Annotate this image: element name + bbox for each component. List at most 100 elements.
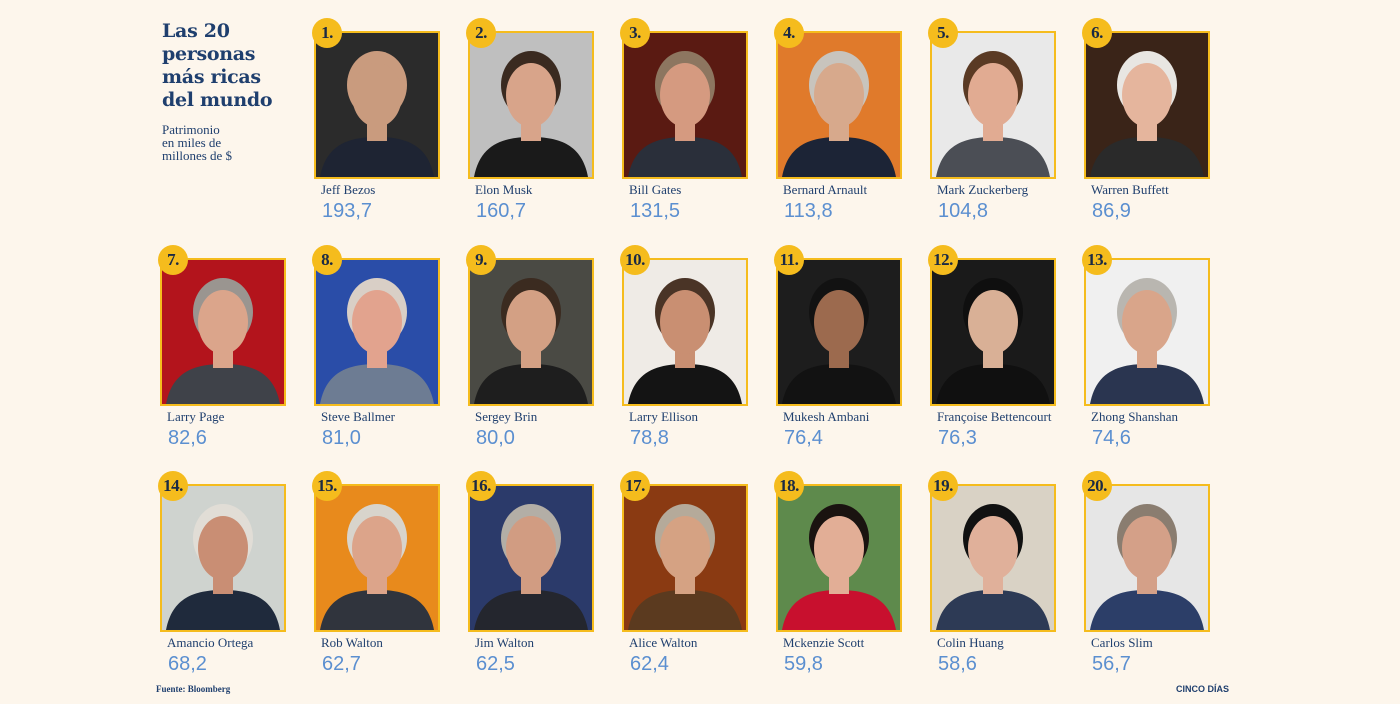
net-worth-value: 74,6: [1092, 427, 1131, 449]
person-card: 10. Larry Ellison 78,8: [620, 245, 772, 478]
person-card: 14. Amancio Ortega 68,2: [158, 471, 310, 704]
net-worth-value: 82,6: [168, 427, 207, 449]
rank-badge: 6.: [1082, 18, 1112, 48]
person-name: Mukesh Ambani: [783, 409, 870, 424]
rank-badge: 14.: [158, 471, 188, 501]
net-worth-value: 81,0: [322, 427, 361, 449]
portrait-illustration: [470, 260, 592, 404]
net-worth-value: 62,4: [630, 653, 669, 675]
person-photo: [314, 258, 440, 406]
rank-badge: 8.: [312, 245, 342, 275]
portrait-illustration: [316, 33, 438, 177]
source-note: Fuente: Bloomberg: [156, 684, 231, 694]
person-photo: [622, 484, 748, 632]
portrait-illustration: [470, 33, 592, 177]
person-name: Steve Ballmer: [321, 409, 396, 424]
portrait-illustration: [162, 260, 284, 404]
person-card: 8. Steve Ballmer 81,0: [312, 245, 464, 478]
rank-badge: 7.: [158, 245, 188, 275]
person-photo: [1084, 258, 1210, 406]
net-worth-value: 68,2: [168, 653, 207, 675]
person-name: Elon Musk: [475, 182, 533, 197]
net-worth-value: 62,7: [322, 653, 361, 675]
rank-badge: 15.: [312, 471, 342, 501]
rank-badge: 17.: [620, 471, 650, 501]
net-worth-value: 56,7: [1092, 653, 1131, 675]
rank-badge: 9.: [466, 245, 496, 275]
person-name: Mckenzie Scott: [783, 635, 865, 650]
net-worth-value: 58,6: [938, 653, 977, 675]
person-card: 18. Mckenzie Scott 59,8: [774, 471, 926, 704]
person-photo: [1084, 31, 1210, 179]
portrait-illustration: [778, 486, 900, 630]
rank-badge: 2.: [466, 18, 496, 48]
rank-badge: 16.: [466, 471, 496, 501]
person-card: 3. Bill Gates 131,5: [620, 18, 772, 251]
net-worth-value: 80,0: [476, 427, 515, 449]
rank-badge: 10.: [620, 245, 650, 275]
person-card: 5. Mark Zuckerberg 104,8: [928, 18, 1080, 251]
person-name: Colin Huang: [937, 635, 1004, 650]
person-photo: [468, 258, 594, 406]
rank-badge: 20.: [1082, 471, 1112, 501]
person-card: 1. Jeff Bezos 193,7: [312, 18, 464, 251]
person-photo: [776, 31, 902, 179]
portrait-illustration: [316, 260, 438, 404]
person-photo: [160, 484, 286, 632]
person-name: Bernard Arnault: [783, 182, 868, 197]
person-card: 15. Rob Walton 62,7: [312, 471, 464, 704]
rank-badge: 4.: [774, 18, 804, 48]
person-name: Amancio Ortega: [167, 635, 254, 650]
rank-badge: 5.: [928, 18, 958, 48]
person-photo: [160, 258, 286, 406]
person-name: Jim Walton: [475, 635, 535, 650]
person-card: 7. Larry Page 82,6: [158, 245, 310, 478]
person-name: Larry Ellison: [629, 409, 698, 424]
net-worth-value: 86,9: [1092, 200, 1131, 222]
net-worth-value: 62,5: [476, 653, 515, 675]
net-worth-value: 78,8: [630, 427, 669, 449]
rank-badge: 11.: [774, 245, 804, 275]
person-card: 11. Mukesh Ambani 76,4: [774, 245, 926, 478]
net-worth-value: 193,7: [322, 200, 373, 222]
portrait-illustration: [624, 260, 746, 404]
rank-badge: 13.: [1082, 245, 1112, 275]
portrait-illustration: [316, 486, 438, 630]
person-photo: [468, 484, 594, 632]
person-name: Bill Gates: [629, 182, 682, 197]
person-card: 20. Carlos Slim 56,7: [1082, 471, 1234, 704]
header-title: Las 20 personas más ricas del mundo: [162, 20, 273, 111]
person-card: 17. Alice Walton 62,4: [620, 471, 772, 704]
person-card: 9. Sergey Brin 80,0: [466, 245, 618, 478]
portrait-illustration: [1086, 486, 1208, 630]
person-card: 4. Bernard Arnault 113,8: [774, 18, 926, 251]
person-photo: [1084, 484, 1210, 632]
portrait-illustration: [932, 486, 1054, 630]
person-name: Warren Buffett: [1091, 182, 1169, 197]
net-worth-value: 131,5: [630, 200, 681, 222]
person-name: Alice Walton: [629, 635, 698, 650]
portrait-illustration: [624, 33, 746, 177]
person-name: Jeff Bezos: [321, 182, 376, 197]
person-photo: [930, 258, 1056, 406]
person-photo: [930, 31, 1056, 179]
person-photo: [930, 484, 1056, 632]
net-worth-value: 104,8: [938, 200, 989, 222]
brand-logo: CINCO DÍAS: [1176, 684, 1230, 694]
net-worth-value: 59,8: [784, 653, 823, 675]
portrait-illustration: [1086, 260, 1208, 404]
portrait-illustration: [624, 486, 746, 630]
person-card: 19. Colin Huang 58,6: [928, 471, 1080, 704]
rank-badge: 18.: [774, 471, 804, 501]
portrait-illustration: [932, 260, 1054, 404]
person-photo: [776, 484, 902, 632]
person-name: Rob Walton: [321, 635, 383, 650]
net-worth-value: 76,4: [784, 427, 823, 449]
net-worth-value: 76,3: [938, 427, 977, 449]
rank-badge: 1.: [312, 18, 342, 48]
person-photo: [468, 31, 594, 179]
net-worth-value: 160,7: [476, 200, 527, 222]
person-name: Sergey Brin: [475, 409, 538, 424]
person-card: 2. Elon Musk 160,7: [466, 18, 618, 251]
header-subtitle: Patrimonio en miles de millones de $: [162, 122, 233, 163]
